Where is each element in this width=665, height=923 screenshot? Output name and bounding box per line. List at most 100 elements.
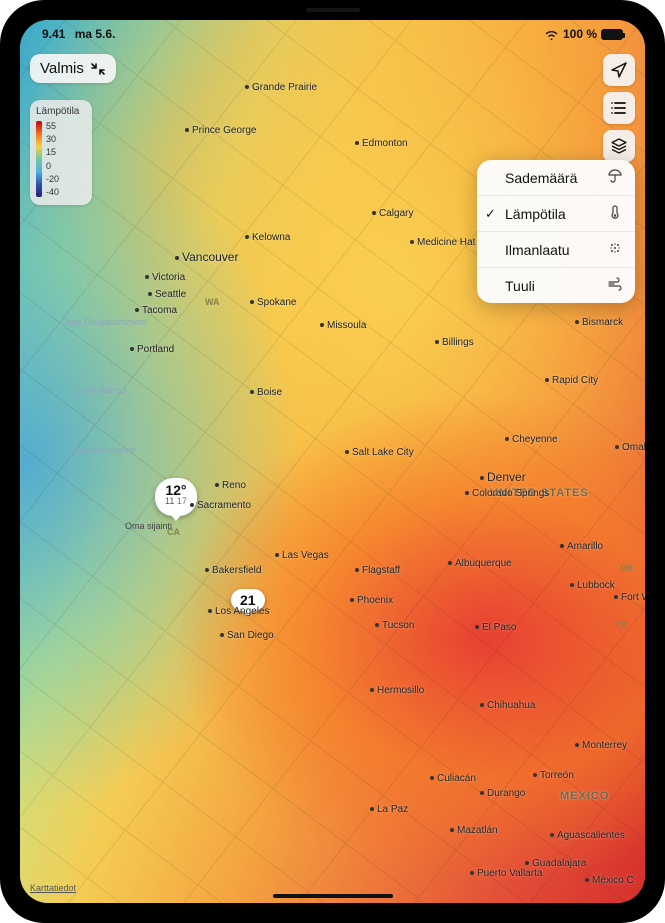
city-label: Victoria bbox=[145, 272, 185, 283]
collapse-icon bbox=[90, 61, 106, 77]
legend-ticks: 55 30 15 0 -20 -40 bbox=[46, 121, 59, 197]
city-label: Torreón bbox=[533, 770, 574, 781]
label-state-wa: WA bbox=[205, 297, 220, 307]
city-label: Mazatlán bbox=[450, 825, 498, 836]
layer-option-temperature[interactable]: ✓ Lämpötila bbox=[477, 196, 635, 232]
layers-icon bbox=[610, 137, 628, 155]
city-label: Prince George bbox=[185, 125, 256, 136]
map-attribution[interactable]: Karttatiedot bbox=[30, 883, 76, 893]
city-label: Edmonton bbox=[355, 138, 408, 149]
city-label: Boise bbox=[250, 387, 282, 398]
city-label: Omaha bbox=[615, 442, 645, 453]
city-label: Bismarck bbox=[575, 317, 623, 328]
city-label: Calgary bbox=[372, 208, 413, 219]
legend-tick: -40 bbox=[46, 187, 59, 197]
legend-tick: 30 bbox=[46, 134, 59, 144]
wifi-icon bbox=[544, 29, 559, 40]
label-cape-disappointment: Cape Disappointment bbox=[60, 317, 147, 327]
status-bar: 9.41 ma 5.6. 100 % bbox=[20, 20, 645, 44]
city-label: Hermosillo bbox=[370, 685, 424, 696]
umbrella-icon bbox=[607, 168, 623, 187]
city-label: Aguascalientes bbox=[550, 830, 625, 841]
locate-button[interactable] bbox=[603, 54, 635, 86]
layers-popover: Sademäärä ✓ Lämpötila Ilmanlaatu Tuuli bbox=[477, 160, 635, 303]
city-label: México C bbox=[585, 875, 634, 886]
city-label: Salt Lake City bbox=[345, 447, 414, 458]
layer-label: Lämpötila bbox=[505, 206, 566, 222]
city-label: El Paso bbox=[475, 622, 516, 633]
city-label: Las Vegas bbox=[275, 550, 329, 561]
city-label: Tucson bbox=[375, 620, 414, 631]
layer-option-wind[interactable]: Tuuli bbox=[477, 268, 635, 303]
city-label: Tacoma bbox=[135, 305, 177, 316]
layers-button[interactable] bbox=[603, 130, 635, 162]
legend-title: Lämpötila bbox=[36, 106, 86, 117]
battery-pct: 100 % bbox=[563, 27, 597, 41]
city-label: Albuquerque bbox=[448, 558, 512, 569]
city-label: Colorado Springs bbox=[465, 488, 549, 499]
pin-hi-lo: 11 17 bbox=[165, 496, 187, 506]
city-label: Medicine Hat bbox=[410, 237, 475, 248]
city-label: Billings bbox=[435, 337, 474, 348]
date: ma 5.6. bbox=[75, 27, 116, 41]
check-icon: ✓ bbox=[485, 206, 496, 222]
city-label: Vancouver bbox=[175, 250, 238, 264]
city-label: Denver bbox=[480, 470, 526, 484]
thermometer-icon bbox=[607, 204, 623, 223]
city-label: Flagstaff bbox=[355, 565, 400, 576]
city-label: Lubbock bbox=[570, 580, 615, 591]
done-button[interactable]: Valmis bbox=[30, 54, 116, 83]
city-label: Chihuahua bbox=[480, 700, 535, 711]
location-arrow-icon bbox=[610, 61, 628, 79]
done-label: Valmis bbox=[40, 60, 84, 77]
city-label: Los Angeles bbox=[208, 606, 270, 617]
list-button[interactable] bbox=[603, 92, 635, 124]
city-label: Fort Worth bbox=[614, 592, 645, 603]
home-indicator[interactable] bbox=[273, 894, 393, 898]
city-label: Amarillo bbox=[560, 541, 603, 552]
air-quality-icon bbox=[607, 240, 623, 259]
city-label: Spokane bbox=[250, 297, 296, 308]
city-label: La Paz bbox=[370, 804, 408, 815]
status-left: 9.41 ma 5.6. bbox=[42, 27, 115, 41]
layer-option-precipitation[interactable]: Sademäärä bbox=[477, 160, 635, 196]
label-cape-blanco: Cape Blanco bbox=[75, 385, 127, 395]
wind-icon bbox=[607, 276, 623, 295]
layer-option-air-quality[interactable]: Ilmanlaatu bbox=[477, 232, 635, 268]
city-label: Portland bbox=[130, 344, 174, 355]
legend-tick: 55 bbox=[46, 121, 59, 131]
status-right: 100 % bbox=[544, 27, 623, 41]
label-state-tx: TX bbox=[615, 620, 627, 630]
camera-dots bbox=[306, 8, 360, 12]
legend-tick: 0 bbox=[46, 161, 59, 171]
screen: 9.41 ma 5.6. 100 % Valmis Lämpötila 55 3… bbox=[20, 20, 645, 903]
city-label: Monterrey bbox=[575, 740, 627, 751]
city-label: Grande Prairie bbox=[245, 82, 317, 93]
legend-gradient bbox=[36, 121, 42, 197]
battery-icon bbox=[601, 29, 623, 40]
label-state-ok: OK bbox=[620, 563, 634, 573]
city-label: Reno bbox=[215, 480, 246, 491]
city-label: San Diego bbox=[220, 630, 274, 641]
layer-label: Tuuli bbox=[505, 278, 535, 294]
city-label: Phoenix bbox=[350, 595, 393, 606]
city-label: Seattle bbox=[148, 289, 186, 300]
layer-label: Sademäärä bbox=[505, 170, 577, 186]
temperature-legend: Lämpötila 55 30 15 0 -20 -40 bbox=[30, 100, 92, 205]
city-label: Puerto Vallarta bbox=[470, 868, 542, 879]
current-location-label: Oma sijainti bbox=[125, 521, 172, 531]
clock: 9.41 bbox=[42, 27, 65, 41]
city-label: Culiacán bbox=[430, 773, 476, 784]
city-label: Sacramento bbox=[190, 500, 251, 511]
list-icon bbox=[610, 99, 628, 117]
label-cape-mendocino: Cape Mendocino bbox=[68, 445, 136, 455]
label-mexico: MEXICO bbox=[560, 790, 609, 802]
city-label: Bakersfield bbox=[205, 565, 261, 576]
legend-tick: 15 bbox=[46, 147, 59, 157]
city-label: Rapid City bbox=[545, 375, 598, 386]
legend-tick: -20 bbox=[46, 174, 59, 184]
city-label: Cheyenne bbox=[505, 434, 558, 445]
city-label: Kelowna bbox=[245, 232, 290, 243]
layer-label: Ilmanlaatu bbox=[505, 242, 570, 258]
city-label: Durango bbox=[480, 788, 525, 799]
